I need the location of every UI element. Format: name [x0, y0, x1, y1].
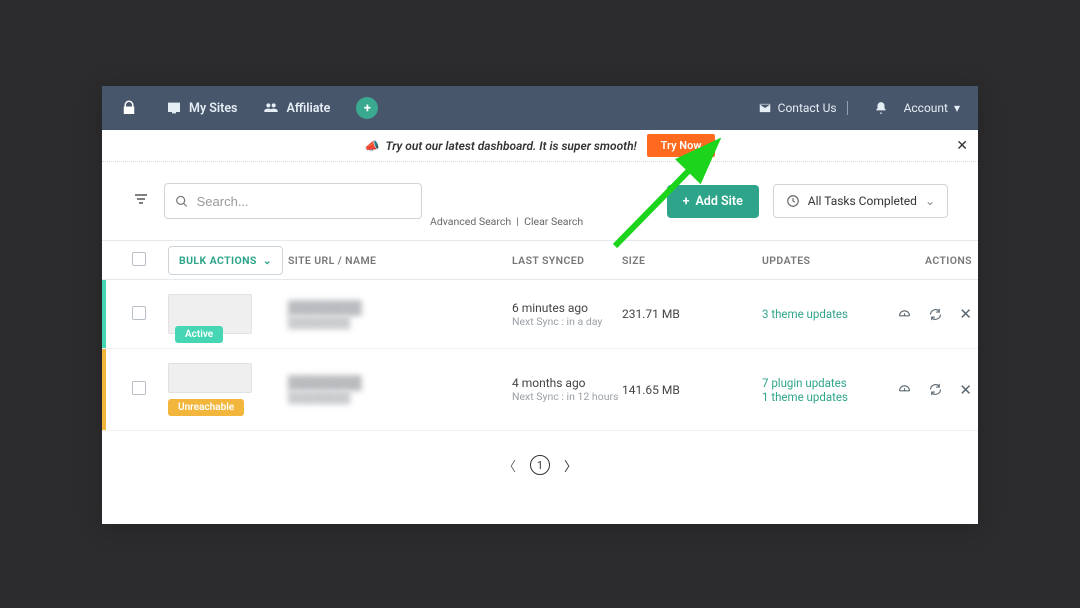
nav-my-sites-label: My Sites [189, 101, 237, 116]
close-icon[interactable]: ✕ [956, 138, 968, 154]
col-size: SIZE [622, 254, 762, 267]
status-badge: Unreachable [168, 399, 244, 416]
try-now-button[interactable]: Try Now [647, 134, 716, 157]
nav-add-button[interactable]: + [356, 97, 378, 119]
search-icon [175, 194, 189, 209]
dashboard-icon[interactable] [897, 307, 912, 322]
nav-affiliate[interactable]: Affiliate [263, 100, 330, 116]
col-actions: ACTIONS [872, 254, 972, 267]
remove-icon[interactable]: ✕ [959, 305, 972, 323]
top-nav: My Sites Affiliate + Contact Us Account … [102, 86, 978, 130]
bell-icon [874, 101, 888, 115]
nav-account[interactable]: Account ▾ [904, 101, 960, 115]
search-input[interactable] [197, 194, 411, 209]
col-updates: UPDATES [762, 254, 872, 267]
clear-search-link[interactable]: Clear Search [524, 215, 583, 228]
update-line: 1 theme updates [762, 390, 872, 404]
app-window: My Sites Affiliate + Contact Us Account … [102, 86, 978, 524]
updates-cell[interactable]: 7 plugin updates1 theme updates [762, 376, 872, 404]
chevron-down-icon: ⌄ [263, 254, 272, 267]
advanced-search-link[interactable]: Advanced Search [430, 215, 511, 228]
plus-icon: + [683, 194, 690, 209]
row-actions: ✕ [872, 305, 972, 323]
nav-contact-us[interactable]: Contact Us [758, 101, 837, 115]
search-links: Advanced Search | Clear Search [430, 215, 583, 228]
next-sync: Next Sync : in a day [512, 315, 622, 328]
pagination: 〈 1 〉 [102, 455, 978, 475]
row-accent [102, 280, 106, 348]
bulk-actions-label: BULK ACTIONS [179, 254, 257, 267]
row-actions: ✕ [872, 381, 972, 399]
site-name: ████████ [288, 375, 512, 391]
mail-icon [758, 101, 772, 115]
last-synced: 6 minutes ago [512, 301, 622, 315]
table-header: BULK ACTIONS ⌄ SITE URL / NAME LAST SYNC… [102, 240, 978, 280]
nav-my-sites[interactable]: My Sites [166, 100, 237, 116]
site-size: 141.65 MB [622, 383, 762, 397]
nav-affiliate-label: Affiliate [286, 101, 330, 116]
site-thumbnail: Active [168, 294, 252, 334]
nav-divider [847, 101, 848, 115]
page-number[interactable]: 1 [530, 455, 550, 475]
clock-icon [786, 194, 800, 208]
updates-cell[interactable]: 3 theme updates [762, 307, 872, 321]
add-site-button[interactable]: + Add Site [667, 185, 759, 218]
add-site-label: Add Site [695, 194, 742, 209]
col-site: SITE URL / NAME [288, 254, 512, 267]
table-row: Active ████████ ████████ 6 minutes ago N… [102, 280, 978, 349]
select-all-checkbox[interactable] [132, 252, 146, 266]
status-badge: Active [175, 326, 223, 343]
site-size: 231.71 MB [622, 307, 762, 321]
prev-page-button[interactable]: 〈 [503, 456, 516, 475]
remove-icon[interactable]: ✕ [959, 381, 972, 399]
chevron-down-icon: ⌄ [925, 194, 935, 208]
site-thumbnail: Unreachable [168, 363, 288, 416]
announcement-icon: 📣 [365, 139, 380, 153]
toolbar: Advanced Search | Clear Search + Add Sit… [102, 162, 978, 240]
table-row: Unreachable ████████ ████████ 4 months a… [102, 349, 978, 431]
nav-account-label: Account [904, 101, 948, 115]
people-icon [263, 100, 279, 116]
next-page-button[interactable]: 〉 [564, 456, 577, 475]
banner-text: Try out our latest dashboard. It is supe… [385, 139, 636, 153]
logo-icon [120, 99, 138, 117]
next-sync: Next Sync : in 12 hours [512, 390, 622, 403]
row-checkbox[interactable] [132, 381, 146, 395]
filter-icon[interactable] [132, 191, 150, 211]
site-name: ████████ [288, 300, 512, 316]
row-accent [102, 349, 106, 430]
sync-icon[interactable] [928, 307, 943, 322]
update-line: 7 plugin updates [762, 376, 872, 390]
row-checkbox[interactable] [132, 306, 146, 320]
last-synced: 4 months ago [512, 376, 622, 390]
table-body: Active ████████ ████████ 6 minutes ago N… [102, 280, 978, 431]
tasks-status-button[interactable]: All Tasks Completed ⌄ [773, 184, 948, 218]
promo-banner: 📣 Try out our latest dashboard. It is su… [102, 130, 978, 162]
site-url: ████████ [288, 316, 512, 329]
dashboard-icon[interactable] [897, 382, 912, 397]
search-input-wrapper [164, 183, 422, 219]
nav-notifications[interactable] [874, 101, 888, 115]
sync-icon[interactable] [928, 382, 943, 397]
update-line: 3 theme updates [762, 307, 872, 321]
bulk-actions-button[interactable]: BULK ACTIONS ⌄ [168, 246, 283, 275]
nav-contact-label: Contact Us [778, 101, 837, 115]
col-last-synced: LAST SYNCED [512, 254, 622, 267]
site-url: ████████ [288, 391, 512, 404]
tasks-status-label: All Tasks Completed [808, 194, 917, 208]
chevron-down-icon: ▾ [954, 101, 960, 115]
monitor-icon [166, 100, 182, 116]
